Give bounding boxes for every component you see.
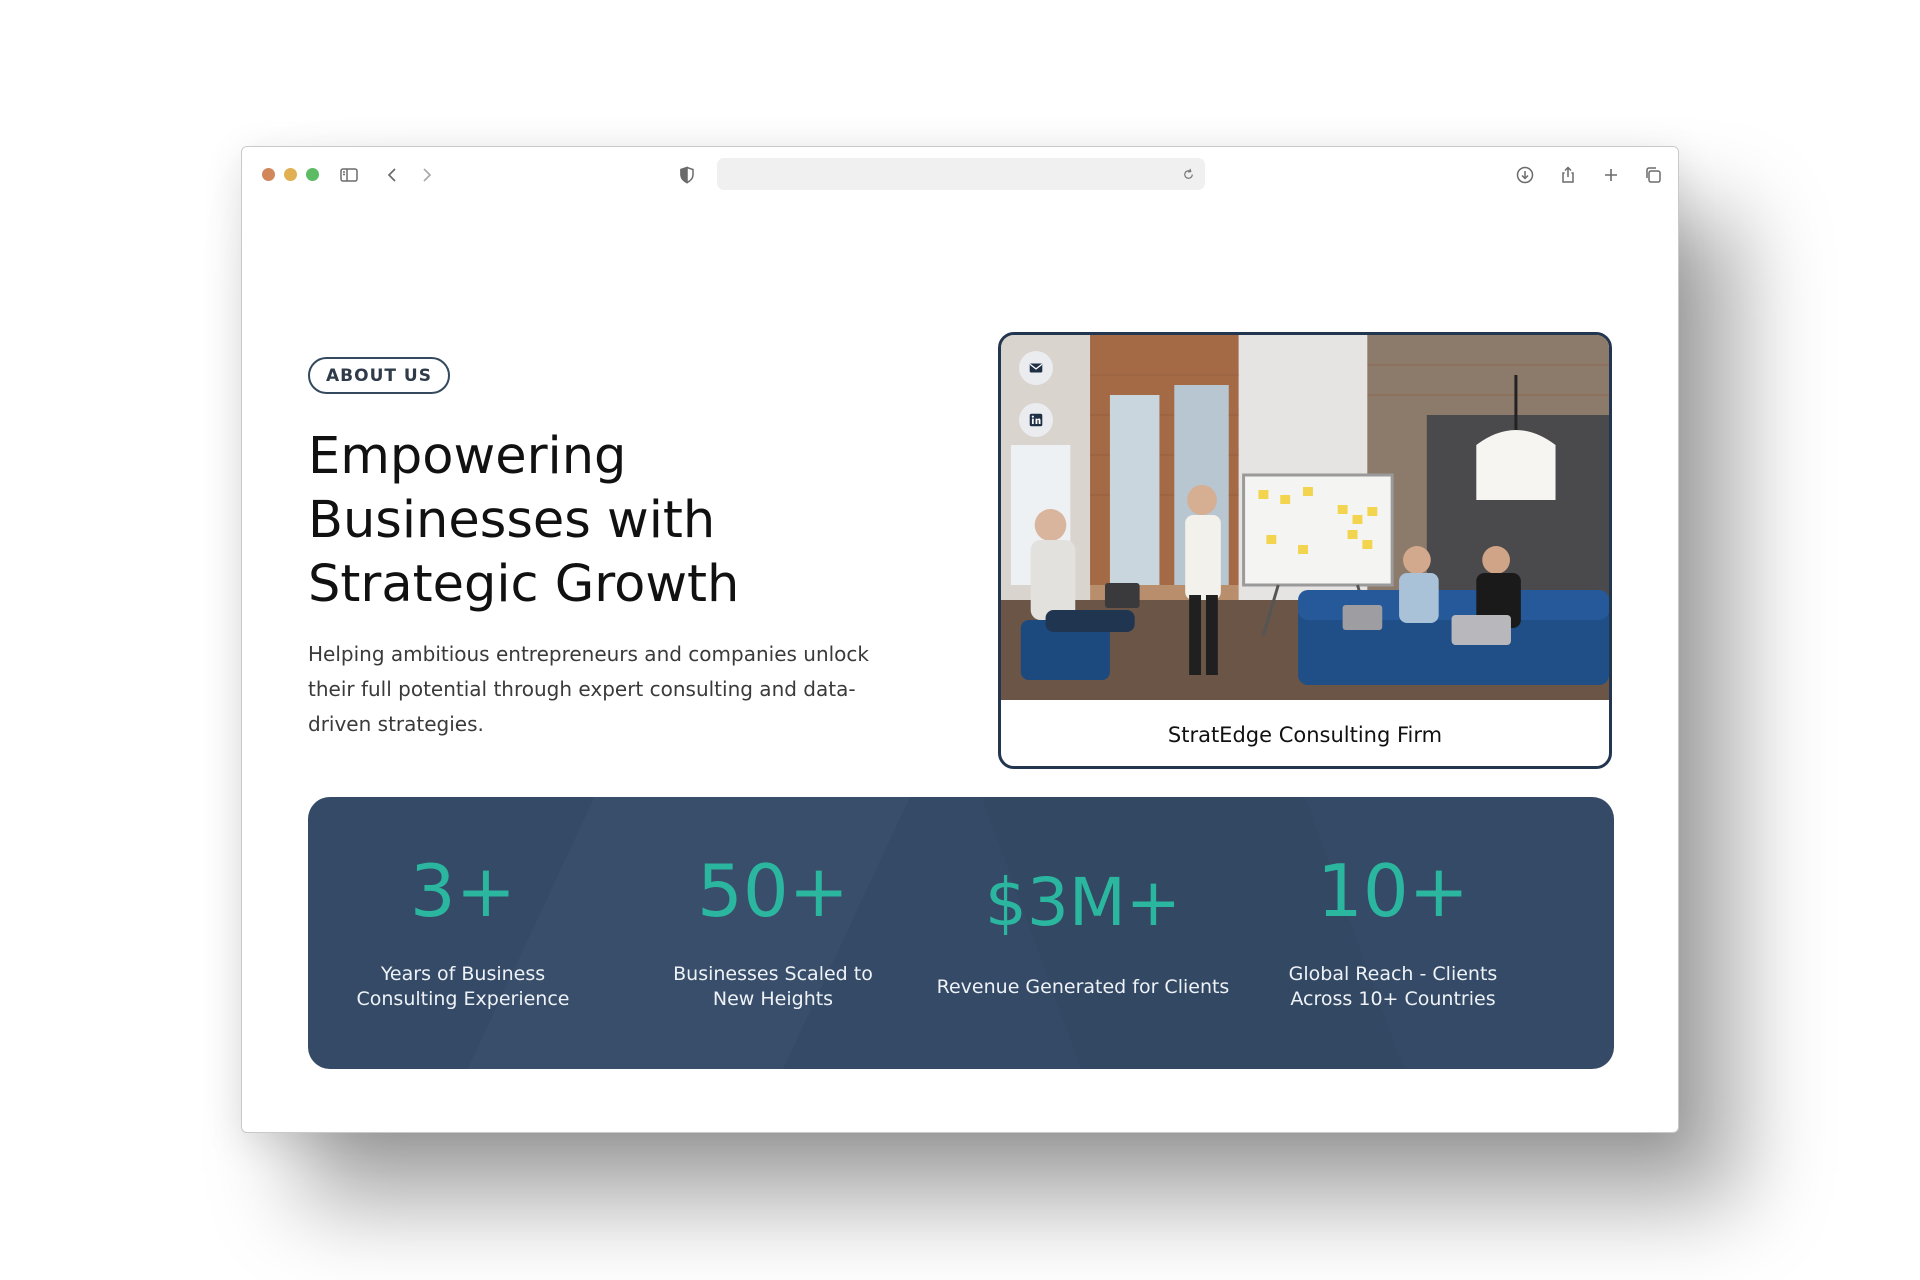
screen: ABOUT US Empowering Businesses with Stra… [0, 0, 1920, 1280]
tabs-overview-icon[interactable] [1640, 162, 1666, 188]
close-window-button[interactable] [262, 168, 275, 181]
window-controls [262, 168, 319, 181]
stat-value: $3M+ [984, 864, 1182, 941]
url-input[interactable] [717, 158, 1205, 190]
maximize-window-button[interactable] [306, 168, 319, 181]
mail-icon[interactable] [1019, 351, 1053, 385]
page-title: Empowering Businesses with Strategic Gro… [308, 427, 740, 614]
team-photo-card: StratEdge Consulting Firm [998, 332, 1612, 769]
minimize-window-button[interactable] [284, 168, 297, 181]
linkedin-icon[interactable] [1019, 403, 1053, 437]
stat-value: 3+ [409, 849, 517, 933]
team-meeting-photo [1001, 335, 1609, 700]
sidebar-icon[interactable] [336, 162, 362, 188]
address-bar[interactable] [717, 158, 1205, 190]
stat-label: Years of Business Consulting Experience [356, 963, 570, 1010]
browser-toolbar [242, 147, 1678, 203]
browser-window: ABOUT US Empowering Businesses with Stra… [241, 146, 1679, 1133]
stat-label: Revenue Generated for Clients [936, 976, 1230, 998]
download-icon[interactable] [1512, 162, 1538, 188]
stat-item: 10+ Global Reach - Clients Across 10+ Co… [1238, 797, 1548, 1069]
chevron-left-icon[interactable] [380, 162, 406, 188]
page-content: ABOUT US Empowering Businesses with Stra… [242, 203, 1678, 1132]
share-icon[interactable] [1555, 162, 1581, 188]
shield-icon[interactable] [674, 162, 700, 188]
stat-item: 3+ Years of Business Consulting Experien… [308, 797, 618, 1069]
card-caption: StratEdge Consulting Firm [1167, 722, 1443, 747]
stat-item: 50+ Businesses Scaled to New Heights [618, 797, 928, 1069]
stat-item: $3M+ Revenue Generated for Clients [928, 797, 1238, 1069]
chevron-right-icon[interactable] [413, 162, 439, 188]
stat-label: Global Reach - Clients Across 10+ Countr… [1288, 963, 1498, 1010]
hero-description: Helping ambitious entrepreneurs and comp… [308, 642, 869, 736]
stat-value: 50+ [697, 849, 849, 933]
plus-icon[interactable] [1598, 162, 1624, 188]
stat-value: 10+ [1317, 849, 1469, 933]
stats-panel: 3+ Years of Business Consulting Experien… [308, 797, 1614, 1069]
about-us-badge: ABOUT US [308, 357, 450, 394]
reload-icon[interactable] [1177, 163, 1199, 185]
stat-label: Businesses Scaled to New Heights [673, 963, 873, 1010]
